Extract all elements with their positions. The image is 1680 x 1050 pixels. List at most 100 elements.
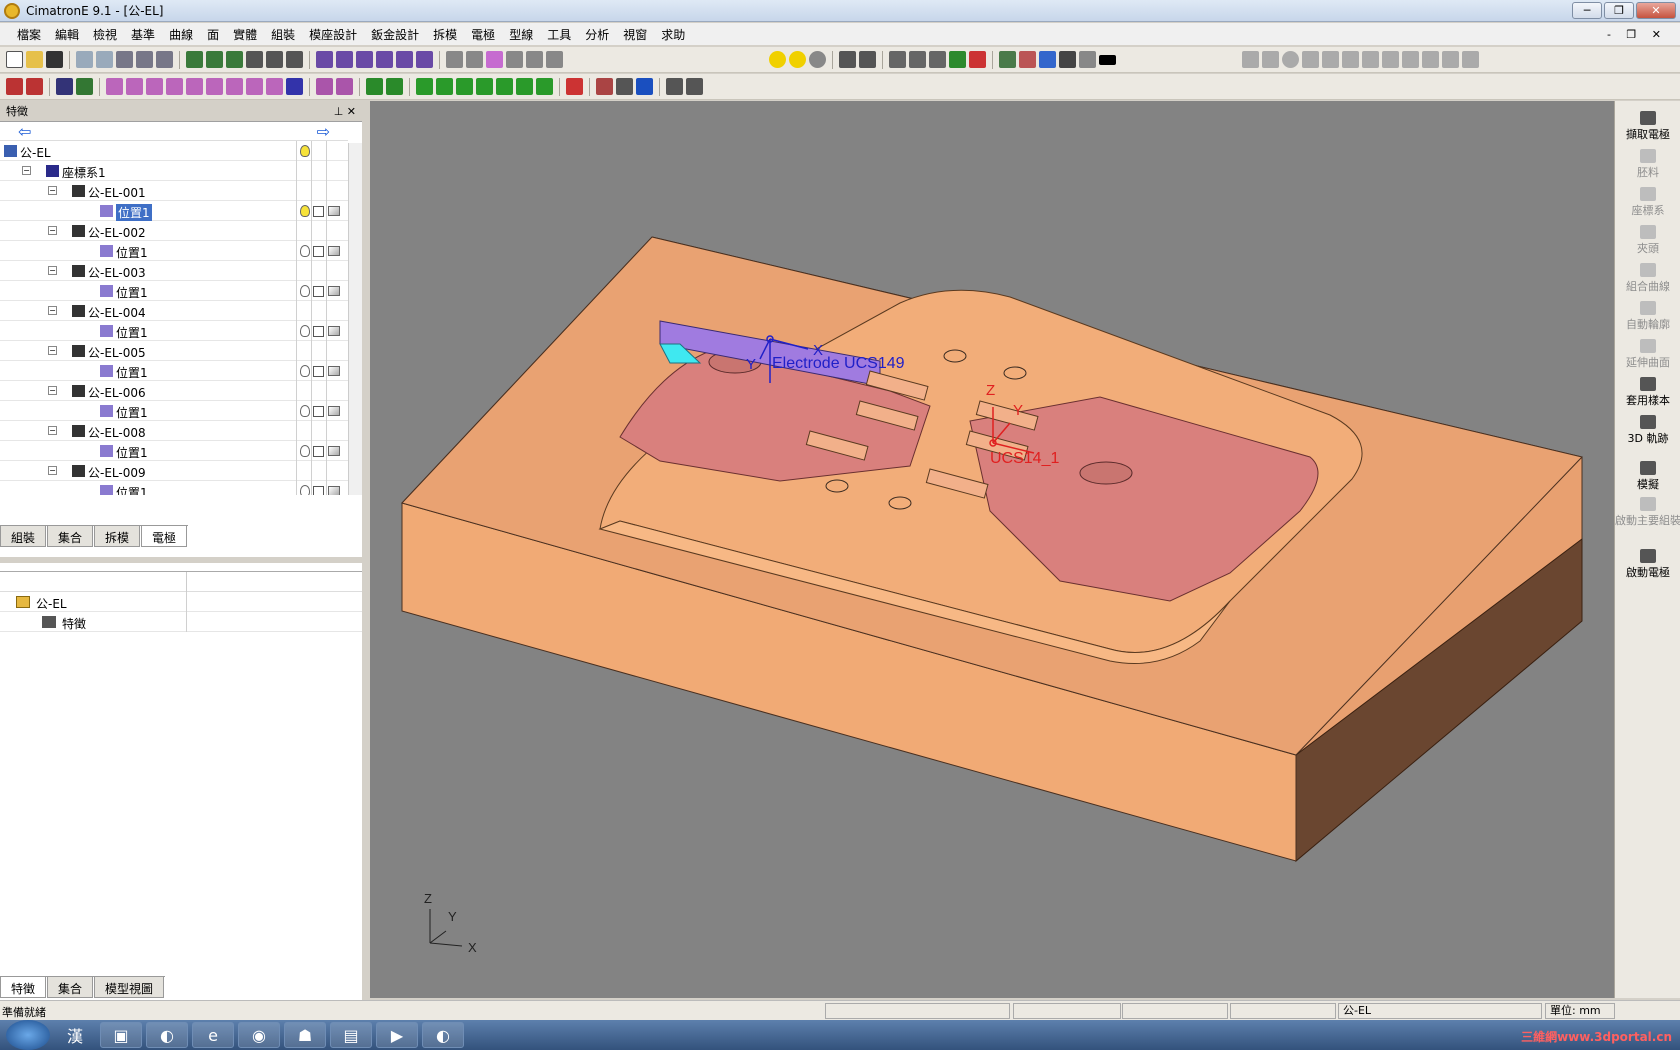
magnify-icon[interactable] xyxy=(246,51,263,68)
view-left-icon[interactable] xyxy=(396,51,413,68)
offset-icon[interactable] xyxy=(1362,51,1379,68)
tree-row[interactable]: − 公-EL-008 xyxy=(0,421,348,441)
green-4-icon[interactable] xyxy=(476,78,493,95)
gear-icon[interactable] xyxy=(616,78,633,95)
view-front-icon[interactable] xyxy=(336,51,353,68)
paste-icon[interactable] xyxy=(156,51,173,68)
guide-button[interactable]: 胚料 xyxy=(1615,149,1680,180)
face-tangent-icon[interactable] xyxy=(146,78,163,95)
menu-solid[interactable]: 實體 xyxy=(226,26,264,43)
guide-button[interactable]: 啟動電極 xyxy=(1615,549,1680,580)
green-1-icon[interactable] xyxy=(416,78,433,95)
play-icon[interactable] xyxy=(636,78,653,95)
expand-toggle[interactable]: − xyxy=(48,306,57,315)
undo-icon[interactable] xyxy=(76,51,93,68)
mdi-controls[interactable]: - ❐ ✕ xyxy=(1600,28,1674,41)
model-view-svg[interactable]: Electrode UCS149 X Y Z Y UCS14_1 Z Y X xyxy=(370,101,1614,998)
tab-electrode[interactable]: 電極 xyxy=(141,526,188,547)
fill-color-icon[interactable] xyxy=(1039,51,1056,68)
tree-row[interactable]: −位置1 xyxy=(0,441,348,461)
expand-toggle[interactable]: − xyxy=(48,226,57,235)
visibility-bulb-icon[interactable] xyxy=(300,485,310,495)
ime-indicator[interactable]: 漢 xyxy=(54,1022,96,1048)
menu-window[interactable]: 視窗 xyxy=(616,26,654,43)
face-filter-icon[interactable] xyxy=(266,78,283,95)
visibility-bulb-icon[interactable] xyxy=(300,205,310,217)
menu-mold-split[interactable]: 拆模 xyxy=(426,26,464,43)
flag-icon[interactable] xyxy=(686,78,703,95)
arrow-right-icon[interactable] xyxy=(859,51,876,68)
xyz-icon[interactable] xyxy=(1442,51,1459,68)
guide-button[interactable]: 啟動主要組裝 xyxy=(1615,497,1680,528)
active-checkbox[interactable] xyxy=(313,486,324,495)
active-checkbox[interactable] xyxy=(313,206,324,217)
guide-button[interactable]: 座標系 xyxy=(1615,187,1680,218)
expand-toggle[interactable]: − xyxy=(48,266,57,275)
copy-icon[interactable] xyxy=(136,51,153,68)
tree-row[interactable]: − 座標系1 xyxy=(0,161,348,181)
new-file-icon[interactable] xyxy=(6,51,23,68)
visibility-bulb-icon[interactable] xyxy=(300,445,310,457)
face-region-icon[interactable] xyxy=(166,78,183,95)
face-box-icon[interactable] xyxy=(206,78,223,95)
intersect-icon[interactable] xyxy=(1402,51,1419,68)
tab-model-view[interactable]: 模型視圖 xyxy=(94,977,165,998)
view-top-icon[interactable] xyxy=(356,51,373,68)
line-width-icon[interactable] xyxy=(1099,54,1116,65)
taskbar-app-2-icon[interactable]: ☗ xyxy=(284,1022,326,1048)
shading-icon[interactable] xyxy=(466,51,483,68)
line-style-icon[interactable] xyxy=(1079,51,1096,68)
face-select-icon[interactable] xyxy=(106,78,123,95)
bulb-icon[interactable] xyxy=(769,51,786,68)
tree-row[interactable]: 公-EL xyxy=(0,141,348,161)
expand-toggle[interactable]: − xyxy=(48,346,57,355)
shrink-face-icon[interactable] xyxy=(336,78,353,95)
menu-sheet-metal[interactable]: 鈑金設計 xyxy=(364,26,426,43)
curve-line-icon[interactable] xyxy=(1242,51,1259,68)
tab-mold-split[interactable]: 拆模 xyxy=(94,526,141,547)
green-2-icon[interactable] xyxy=(436,78,453,95)
guide-button[interactable]: 組合曲線 xyxy=(1615,263,1680,294)
tree-row[interactable]: − 公-EL-006 xyxy=(0,381,348,401)
active-checkbox[interactable] xyxy=(313,406,324,417)
menu-file[interactable]: 檔案 xyxy=(10,26,48,43)
green-3-icon[interactable] xyxy=(456,78,473,95)
taskbar-folder-icon[interactable]: ▤ xyxy=(330,1022,372,1048)
taskbar-ie-icon[interactable]: e xyxy=(192,1022,234,1048)
sketch-icon[interactable] xyxy=(666,78,683,95)
tab-sets[interactable]: 集合 xyxy=(47,977,94,998)
tab-set[interactable]: 集合 xyxy=(47,526,94,547)
tree-row[interactable]: − 公-EL-002 xyxy=(0,221,348,241)
rotate-icon[interactable] xyxy=(286,51,303,68)
visibility-bulb-icon[interactable] xyxy=(300,285,310,297)
pick-mode-icon[interactable] xyxy=(76,78,93,95)
guide-button[interactable]: 夾頭 xyxy=(1615,225,1680,256)
green-7-icon[interactable] xyxy=(536,78,553,95)
expand-toggle[interactable]: − xyxy=(48,386,57,395)
tree-node-icon[interactable] xyxy=(366,78,383,95)
panel-pin-close[interactable]: ⊥ ✕ xyxy=(334,105,356,118)
text-curve-icon[interactable] xyxy=(1462,51,1479,68)
menu-analysis[interactable]: 分析 xyxy=(578,26,616,43)
green-6-icon[interactable] xyxy=(516,78,533,95)
graphics-viewport[interactable]: Electrode UCS149 X Y Z Y UCS14_1 Z Y X xyxy=(370,101,1614,998)
close-button[interactable]: ✕ xyxy=(1636,2,1676,19)
open-file-icon[interactable] xyxy=(26,51,43,68)
green-5-icon[interactable] xyxy=(496,78,513,95)
deselect-icon[interactable] xyxy=(26,78,43,95)
tree-scrollbar[interactable] xyxy=(348,143,362,495)
tree-row[interactable]: − 公-EL-003 xyxy=(0,261,348,281)
menu-mold-base[interactable]: 模座設計 xyxy=(302,26,364,43)
visibility-bulb-icon[interactable] xyxy=(300,365,310,377)
expand-toggle[interactable]: − xyxy=(48,466,57,475)
expand-toggle[interactable]: − xyxy=(48,426,57,435)
restore-button[interactable]: ❐ xyxy=(1604,2,1634,19)
visibility-bulb-icon[interactable] xyxy=(300,245,310,257)
expand-toggle[interactable]: − xyxy=(48,186,57,195)
tree-row[interactable]: −位置1 xyxy=(0,361,348,381)
menu-view[interactable]: 檢視 xyxy=(86,26,124,43)
section-icon[interactable] xyxy=(546,51,563,68)
measure-icon[interactable] xyxy=(909,51,926,68)
guide-button[interactable]: 套用樣本 xyxy=(1615,377,1680,408)
tree-row[interactable]: − 公-EL-001 xyxy=(0,181,348,201)
